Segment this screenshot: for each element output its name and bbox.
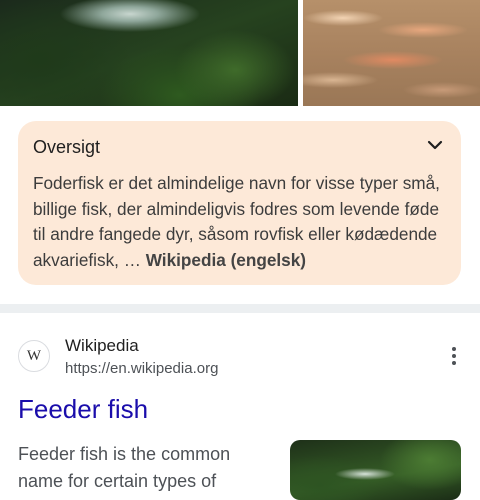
fish-image[interactable] [0, 0, 298, 106]
result-snippet: Feeder fish is the common name for certa… [18, 444, 231, 491]
site-url[interactable]: https://en.wikipedia.org [65, 360, 218, 377]
overview-ellipsis: … [118, 250, 146, 271]
site-name[interactable]: Wikipedia [65, 336, 139, 356]
section-divider [0, 304, 480, 313]
wikipedia-favicon-icon[interactable]: W [18, 340, 50, 372]
overview-title: Oversigt [33, 137, 101, 157]
more-options-icon[interactable] [446, 344, 462, 368]
result-title-link[interactable]: Feeder fish [18, 394, 148, 425]
feeder-fish-image[interactable] [303, 0, 480, 106]
result-thumbnail[interactable] [290, 440, 461, 500]
overview-text: Foderfisk er det almindelige navn for vi… [33, 171, 453, 274]
favicon-letter: W [26, 347, 42, 364]
wikipedia-source-link[interactable]: Wikipedia (engelsk) [146, 250, 306, 270]
chevron-down-icon[interactable] [425, 135, 445, 155]
overview-card: Oversigt Foderfisk er det almindelige na… [18, 121, 461, 285]
